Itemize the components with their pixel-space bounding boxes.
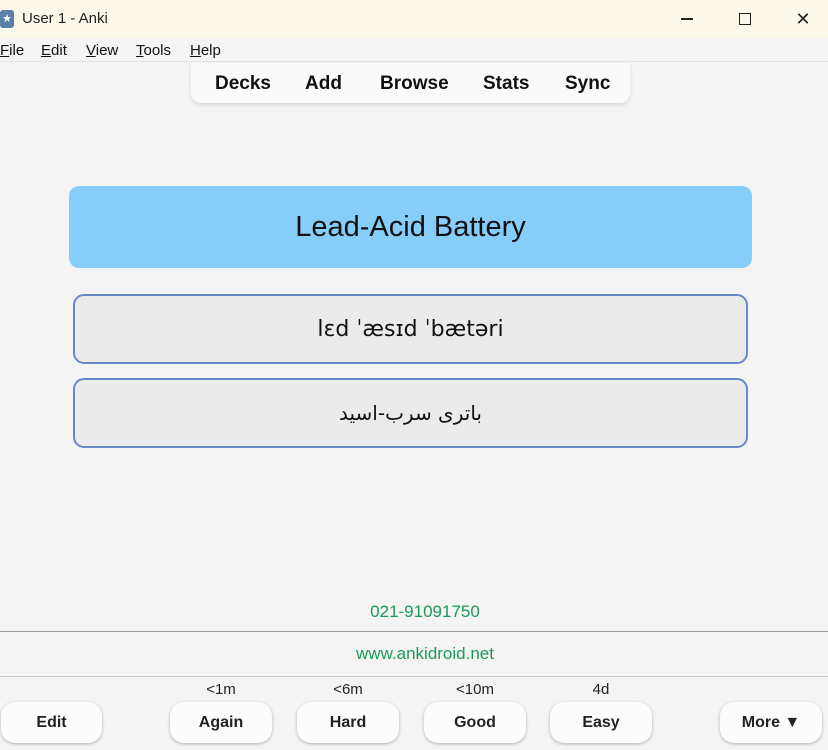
window-title: User 1 - Anki	[22, 10, 108, 27]
close-button[interactable]: ✕	[774, 0, 828, 38]
menu-file[interactable]: File	[0, 42, 24, 59]
minimize-button[interactable]	[658, 0, 716, 38]
menu-help[interactable]: Help	[190, 42, 221, 59]
menu-tools[interactable]: Tools	[136, 42, 171, 59]
hard-button[interactable]: Hard	[297, 702, 399, 743]
more-button[interactable]: More ▼	[720, 702, 822, 743]
card-front: Lead-Acid Battery	[69, 186, 752, 268]
title-bar: ★ User 1 - Anki ✕	[0, 0, 828, 38]
minimize-icon	[681, 18, 693, 20]
easy-interval: 4d	[592, 681, 610, 698]
edit-button[interactable]: Edit	[1, 702, 102, 743]
again-button[interactable]: Again	[170, 702, 272, 743]
menu-edit[interactable]: Edit	[41, 42, 67, 59]
close-icon: ✕	[795, 8, 811, 29]
divider	[0, 676, 828, 677]
hard-interval: <6m	[333, 681, 363, 698]
maximize-button[interactable]	[716, 0, 774, 38]
website-link[interactable]: www.ankidroid.net	[0, 632, 828, 676]
toolbar-stats[interactable]: Stats	[483, 73, 529, 95]
maximize-icon	[739, 13, 751, 25]
toolbar-browse[interactable]: Browse	[380, 73, 449, 95]
toolbar-sync[interactable]: Sync	[565, 73, 610, 95]
toolbar-decks[interactable]: Decks	[215, 73, 271, 95]
anki-star-icon: ★	[0, 10, 14, 28]
menu-bar: File Edit View Tools Help	[0, 38, 828, 62]
toolbar-add[interactable]: Add	[305, 73, 342, 95]
card-phone-number: 021-91091750	[370, 602, 480, 621]
card-translation: باتری سرب-اسید	[73, 378, 748, 448]
card-phonetic: lɛd ˈæsɪd ˈbætəri	[73, 294, 748, 364]
good-interval: <10m	[456, 681, 494, 698]
easy-button[interactable]: Easy	[550, 702, 652, 743]
menu-view[interactable]: View	[86, 42, 118, 59]
again-interval: <1m	[206, 681, 236, 698]
good-button[interactable]: Good	[424, 702, 526, 743]
main-toolbar: Decks Add Browse Stats Sync	[191, 63, 630, 103]
